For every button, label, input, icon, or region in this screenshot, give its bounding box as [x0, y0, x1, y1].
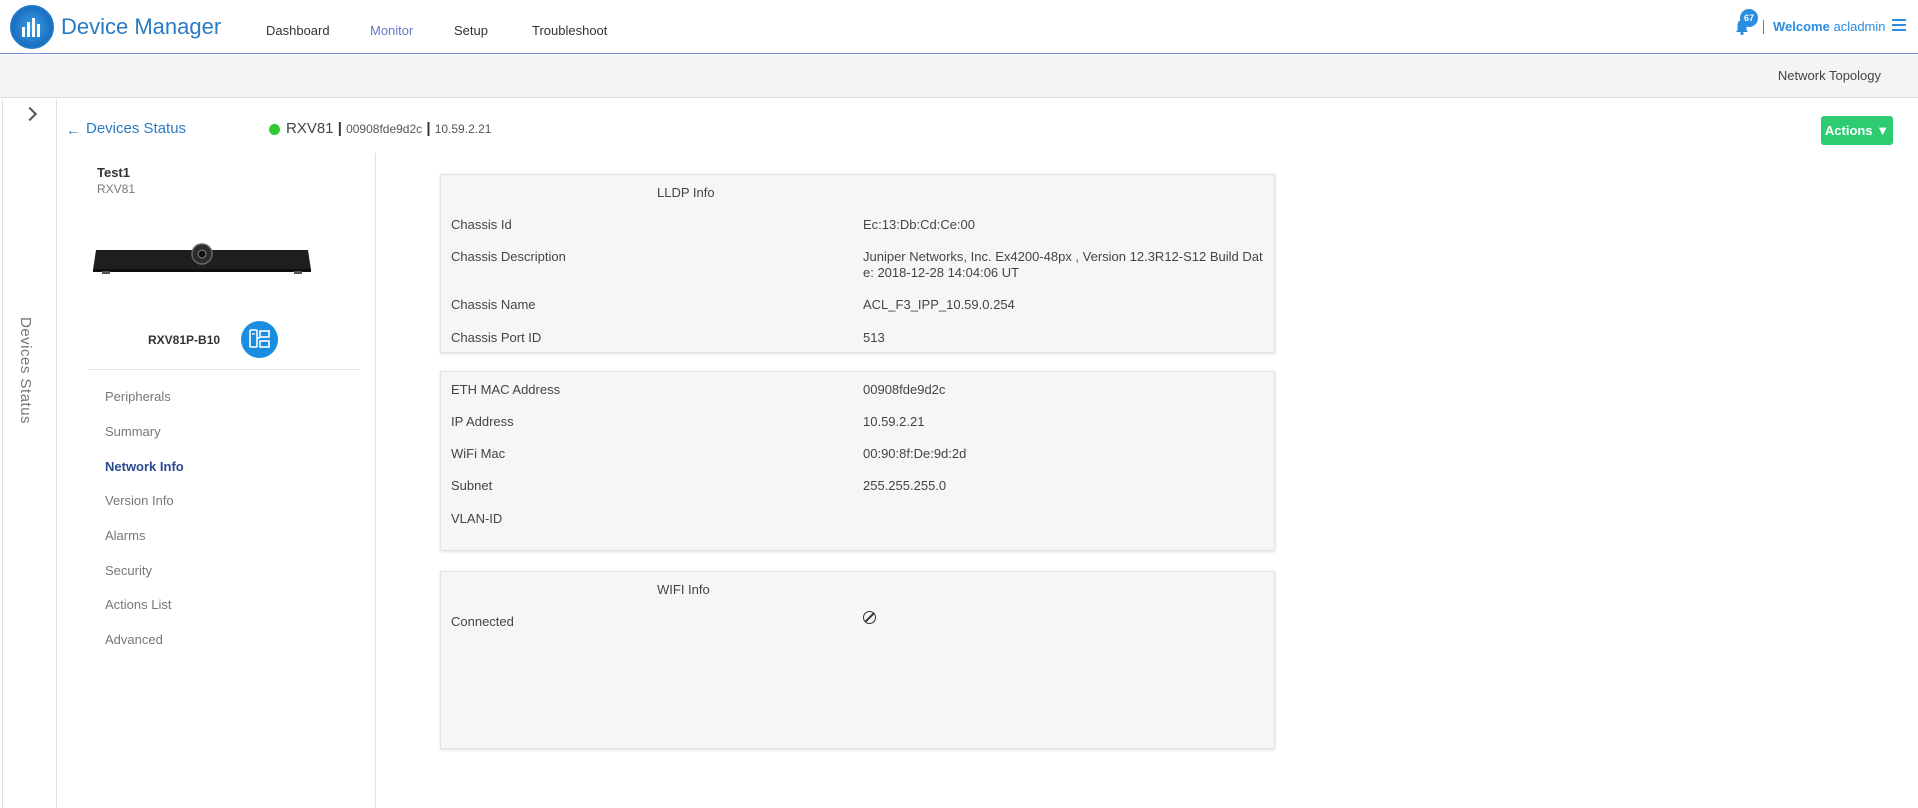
wifi-info-title: WIFI Info — [657, 582, 710, 597]
arrow-left-icon[interactable]: ← — [66, 122, 80, 138]
menu-summary[interactable]: Summary — [105, 424, 161, 439]
vertical-divider — [375, 153, 376, 808]
chassis-name-label: Chassis Name — [451, 297, 536, 312]
menu-security[interactable]: Security — [105, 563, 152, 578]
nav-troubleshoot[interactable]: Troubleshoot — [532, 23, 607, 38]
device-name: RXV81 — [286, 120, 334, 137]
network-info-card: ETH MAC Address 00908fde9d2c IP Address … — [440, 371, 1275, 551]
sub-toolbar: Network Topology — [0, 55, 1918, 98]
device-image — [93, 243, 311, 274]
chassis-name-value: ACL_F3_IPP_10.59.0.254 — [863, 297, 1015, 312]
device-subtitle: RXV81 — [97, 182, 136, 196]
chassis-id-label: Chassis Id — [451, 217, 512, 232]
signal-bars-icon — [22, 18, 40, 37]
vlan-id-label: VLAN-ID — [451, 511, 503, 526]
nav-monitor[interactable]: Monitor — [370, 23, 413, 38]
menu-peripherals[interactable]: Peripherals — [105, 389, 171, 404]
no-entry-icon — [863, 611, 876, 624]
eth-mac-value: 00908fde9d2c — [863, 382, 946, 397]
actions-dropdown-button[interactable]: Actions ▼ — [1821, 116, 1893, 145]
chevron-right-icon[interactable] — [22, 106, 38, 122]
chassis-port-id-label: Chassis Port ID — [451, 330, 542, 345]
device-identity: RXV81 | 00908fde9d2c | 10.59.2.21 — [286, 120, 492, 137]
chassis-port-id-value: 513 — [863, 330, 885, 345]
top-navbar: Device Manager Dashboard Monitor Setup T… — [0, 0, 1918, 54]
subnet-value: 255.255.255.0 — [863, 478, 947, 493]
chassis-description-value: Juniper Networks, Inc. Ex4200-48px , Ver… — [863, 249, 1263, 280]
welcome-text: Welcome — [1773, 19, 1830, 34]
menu-network-info[interactable]: Network Info — [105, 459, 184, 474]
ip-address-label: IP Address — [451, 414, 514, 429]
wifi-mac-value: 00:90:8f:De:9d:2d — [863, 446, 967, 461]
menu-actions-list[interactable]: Actions List — [105, 597, 171, 612]
ip-address-value: 10.59.2.21 — [863, 414, 925, 429]
device-ip: 10.59.2.21 — [434, 122, 492, 136]
chassis-description-label: Chassis Description — [451, 249, 566, 264]
rail-label: Devices Status — [17, 317, 34, 425]
username: acladmin — [1833, 19, 1886, 34]
menu-alarms[interactable]: Alarms — [105, 528, 145, 543]
lldp-info-title: LLDP Info — [657, 185, 715, 200]
chassis-id-value: Ec:13:Db:Cd:Ce:00 — [863, 217, 976, 232]
wifi-mac-label: WiFi Mac — [451, 446, 506, 461]
nav-dashboard[interactable]: Dashboard — [266, 23, 330, 38]
network-topology-link[interactable]: Network Topology — [1778, 68, 1881, 83]
notification-badge[interactable]: 67 — [1740, 9, 1758, 27]
collapsed-sidebar: Devices Status — [2, 99, 57, 808]
online-status-dot — [269, 124, 280, 135]
menu-advanced[interactable]: Advanced — [105, 632, 163, 647]
network-devices-icon[interactable] — [241, 321, 278, 358]
nav-setup[interactable]: Setup — [454, 23, 488, 38]
subnet-label: Subnet — [451, 478, 493, 493]
panel-divider — [88, 369, 360, 370]
app-title: Device Manager — [61, 14, 222, 39]
wifi-info-card: WIFI Info Connected — [440, 571, 1275, 749]
device-title: Test1 — [97, 165, 130, 180]
header-separator — [1763, 20, 1764, 34]
device-mac: 00908fde9d2c — [346, 122, 423, 136]
connected-label: Connected — [451, 614, 514, 629]
welcome-user[interactable]: Welcome acladmin — [1773, 19, 1886, 34]
hamburger-menu-icon[interactable] — [1892, 19, 1906, 33]
back-to-devices-status-link[interactable]: Devices Status — [86, 120, 186, 137]
menu-version-info[interactable]: Version Info — [105, 493, 174, 508]
eth-mac-label: ETH MAC Address — [451, 382, 561, 397]
device-model: RXV81P-B10 — [148, 333, 221, 347]
lldp-info-card: LLDP Info Chassis Id Ec:13:Db:Cd:Ce:00 C… — [440, 174, 1275, 353]
app-logo-icon[interactable] — [10, 5, 54, 49]
